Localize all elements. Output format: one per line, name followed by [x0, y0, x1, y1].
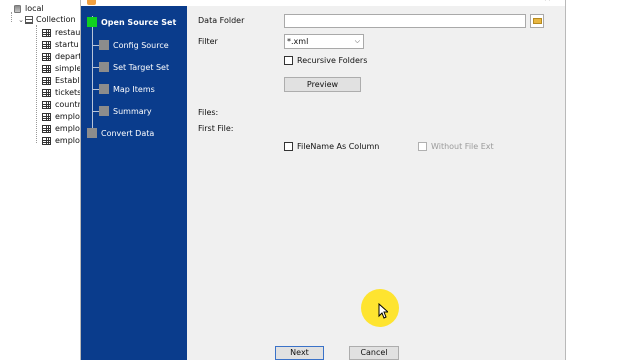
checkbox-box — [284, 56, 293, 65]
filter-label: Filter — [198, 37, 218, 46]
step-marker — [87, 128, 97, 138]
step-marker — [99, 62, 109, 72]
first-file-label: First File: — [198, 124, 234, 133]
database-icon — [14, 4, 21, 13]
tree-item[interactable]: simple — [42, 63, 81, 74]
tree-node-local[interactable]: local — [14, 3, 44, 14]
table-icon — [42, 40, 51, 49]
table-icon — [42, 124, 51, 133]
import-wizard-dialog: ✕ Open Source Set Config Source Set Targ… — [80, 0, 566, 360]
filename-as-column-checkbox[interactable]: FileName As Column — [284, 142, 379, 151]
folder-icon — [532, 18, 542, 24]
preview-button[interactable]: Preview — [284, 77, 361, 92]
object-tree: local ⌄ Collection restau startu depart … — [0, 0, 82, 360]
checkbox-box — [418, 142, 427, 151]
tree-item[interactable]: emplo — [42, 111, 80, 122]
tree-item[interactable]: emplo — [42, 123, 80, 134]
tree-item[interactable]: emplo — [42, 135, 80, 146]
table-icon — [42, 52, 51, 61]
table-icon — [42, 112, 51, 121]
step-open-source-set[interactable]: Open Source Set — [87, 17, 176, 27]
next-button[interactable]: Next — [275, 346, 324, 360]
tree-item[interactable]: Establi — [42, 75, 82, 86]
step-marker — [99, 40, 109, 50]
table-icon — [42, 88, 51, 97]
chevron-down-icon: ⌵ — [354, 37, 360, 45]
tree-item[interactable]: countr — [42, 99, 81, 110]
browse-folder-button[interactable] — [530, 14, 544, 28]
collection-icon — [25, 15, 33, 24]
data-folder-input[interactable] — [284, 14, 526, 28]
table-icon — [42, 100, 51, 109]
data-folder-label: Data Folder — [198, 16, 245, 25]
cancel-button[interactable]: Cancel — [349, 346, 399, 360]
app-icon — [87, 0, 96, 5]
without-file-ext-checkbox[interactable]: Without File Ext — [418, 142, 494, 151]
close-icon[interactable]: ✕ — [543, 0, 551, 4]
recursive-folders-checkbox[interactable]: Recursive Folders — [284, 56, 367, 65]
step-marker — [99, 84, 109, 94]
table-icon — [42, 76, 51, 85]
step-config-source[interactable]: Config Source — [99, 40, 169, 50]
step-marker — [99, 106, 109, 116]
table-icon — [42, 136, 51, 145]
chevron-down-icon[interactable]: ⌄ — [17, 16, 25, 24]
table-icon — [42, 64, 51, 73]
step-convert-data[interactable]: Convert Data — [87, 128, 154, 138]
tree-node-collection[interactable]: ⌄ Collection — [17, 14, 76, 25]
wizard-steps-sidebar: Open Source Set Config Source Set Target… — [81, 6, 187, 360]
step-map-items[interactable]: Map Items — [99, 84, 155, 94]
checkbox-box — [284, 142, 293, 151]
files-label: Files: — [198, 108, 219, 117]
filter-select[interactable]: *.xml ⌵ — [284, 34, 364, 49]
table-icon — [42, 28, 51, 37]
tree-item[interactable]: restau — [42, 27, 80, 38]
tree-item[interactable]: tickets — [42, 87, 81, 98]
step-summary[interactable]: Summary — [99, 106, 152, 116]
tree-item[interactable]: depart — [42, 51, 81, 62]
step-set-target-set[interactable]: Set Target Set — [99, 62, 169, 72]
step-marker — [87, 17, 97, 27]
tree-item[interactable]: startu — [42, 39, 79, 50]
mouse-pointer-icon — [378, 303, 388, 319]
